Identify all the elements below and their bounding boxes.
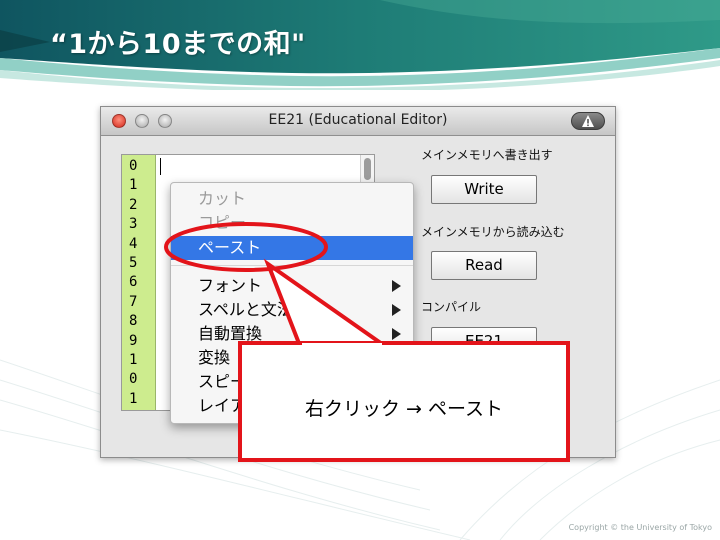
copyright-notice: Copyright © the University of Tokyo bbox=[568, 523, 712, 532]
highlight-ellipse bbox=[164, 222, 328, 272]
callout-text: 右クリック → ペースト bbox=[304, 398, 504, 420]
callout-joint bbox=[302, 343, 382, 351]
callout-box: 右クリック → ペースト bbox=[238, 341, 570, 462]
